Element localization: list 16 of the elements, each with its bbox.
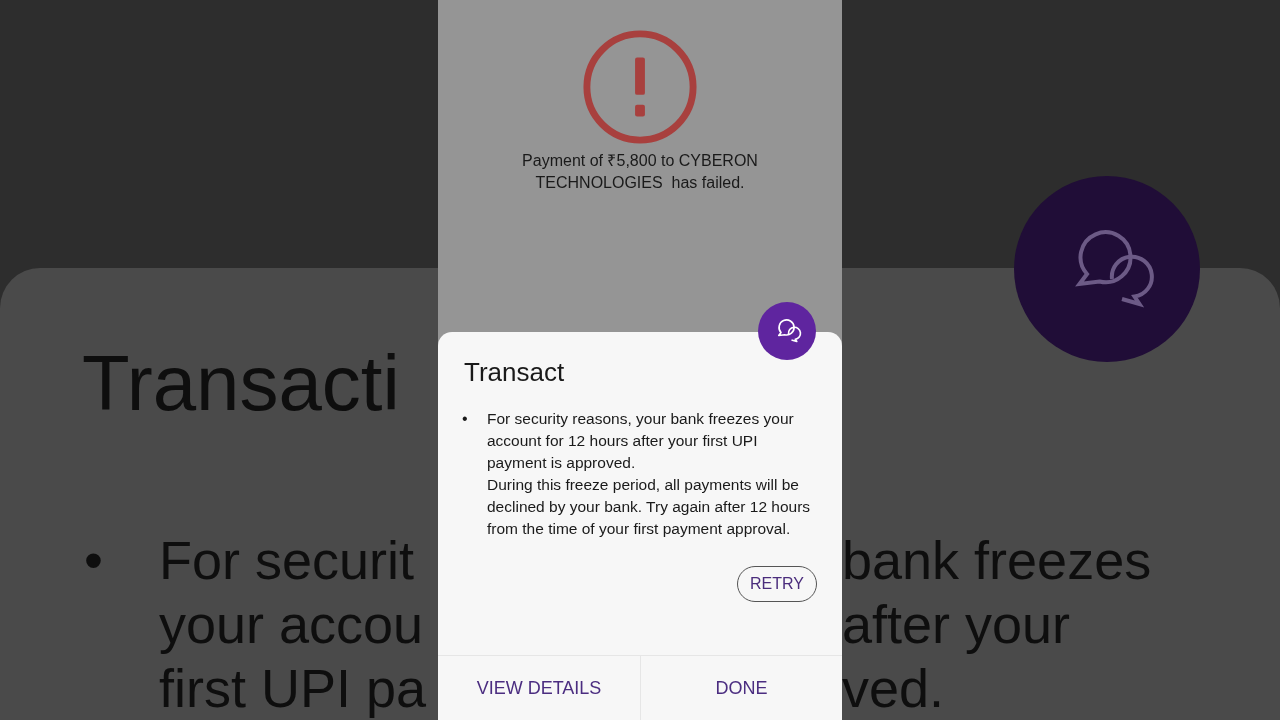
info-text: During this freeze period, all payments will be declined by your bank. Try again after 12 hours from the time of your first payment approval. xyxy=(487,475,812,539)
failure-message: Payment of ₹5,800 to CYBERON TECHNOLOGIES has failed. xyxy=(521,151,759,193)
backdrop-text: your accou xyxy=(159,593,425,656)
sheet-title: Transact xyxy=(463,356,566,388)
help-chat-button[interactable] xyxy=(758,302,816,360)
action-button[interactable]: VIEW DETAILS xyxy=(438,656,640,720)
info-text: For security reasons, your bank freezes your account for 12 hours after your first UPI payment is approved. xyxy=(487,409,795,473)
alert-icon xyxy=(581,28,699,146)
backdrop-title: Transacti xyxy=(82,338,401,428)
backdrop-text: ved. xyxy=(842,657,946,720)
bullet-marker: • xyxy=(462,409,469,429)
backdrop-text: first UPI pa xyxy=(159,657,427,720)
backdrop-text: For securit xyxy=(159,529,416,592)
backdrop-text: after your xyxy=(842,593,1072,656)
backdrop-bullet: • xyxy=(83,529,104,592)
backdrop-text: bank freezes xyxy=(842,529,1153,592)
